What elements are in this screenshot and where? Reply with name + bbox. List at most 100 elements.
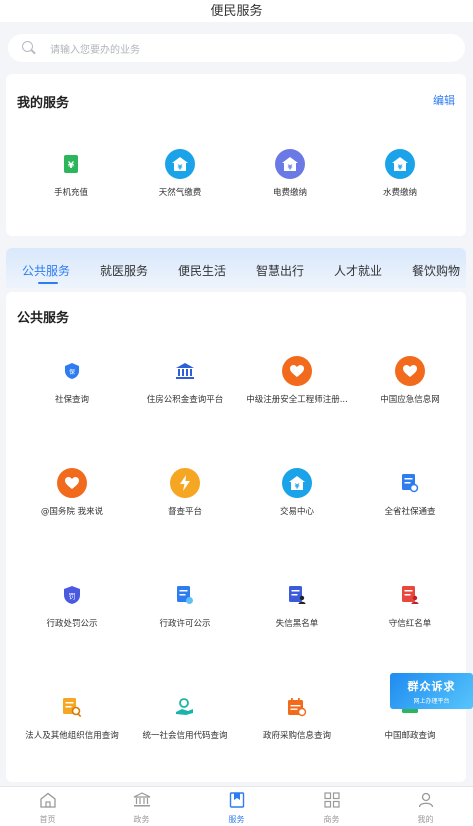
tabbar-services[interactable]: 服务 [189,792,284,825]
service-phone-recharge[interactable]: ¥ 手机充值 [15,149,127,198]
social-security-icon: 保 [57,356,87,386]
heart-hand-icon [57,468,87,498]
service-housing-fund[interactable]: 住房公积金查询平台 [129,356,241,405]
svg-text:¥: ¥ [288,164,293,172]
tab-talent-employment[interactable]: 人才就业 [334,262,382,279]
my-services-title: 我的服务 [17,96,70,111]
search-placeholder: 请输入您要办的业务 [50,44,140,56]
redlist-icon [395,580,425,610]
service-label: 守信红名单 [388,619,432,629]
service-label: 政府采购信息查询 [262,731,331,741]
service-label: 住房公积金查询平台 [146,395,224,405]
tabbar-business[interactable]: 商务 [284,792,379,825]
search-input[interactable]: 请输入您要办的业务 [8,34,465,62]
search-area: 请输入您要办的业务 [0,22,473,72]
tab-public-services[interactable]: 公共服务 [22,262,70,279]
service-legal-person-credit-query[interactable]: 法人及其他组织信用查询 [16,692,128,741]
hand-search-icon [170,692,200,722]
permit-document-icon [170,580,200,610]
lightning-icon [170,468,200,498]
water-fee-icon: ¥ [385,149,415,179]
bottom-tab-bar: 首页 政务 服务 商务 我的 [0,786,473,826]
tabbar-label: 服务 [228,815,245,824]
grid-icon [323,792,340,812]
service-label: 天然气缴费 [158,188,202,198]
active-tab-indicator [38,282,58,284]
service-state-council-feedback[interactable]: @国务院 我来说 [16,468,128,517]
svg-text:罚: 罚 [69,593,76,601]
service-label: 中国邮政查询 [384,731,436,741]
service-emergency-info[interactable]: 中国应急信息网 [354,356,466,405]
service-label: @国务院 我来说 [40,507,104,517]
service-label: 法人及其他组织信用查询 [25,731,119,741]
svg-text:¥: ¥ [68,161,75,171]
service-label: 全省社保通查 [384,507,436,517]
service-trustworthy-redlist[interactable]: 守信红名单 [354,580,466,629]
service-social-security-query[interactable]: 保 社保查询 [16,356,128,405]
profile-icon [418,792,434,812]
service-provincial-social-security[interactable]: 全省社保通查 [354,468,466,517]
service-label: 行政处罚公示 [46,619,98,629]
service-electricity-fee[interactable]: ¥ 电费缴纳 [234,149,346,198]
bank-icon [170,356,200,386]
tab-medical-services[interactable]: 就医服务 [100,262,148,279]
tab-smart-travel[interactable]: 智慧出行 [256,262,304,279]
penalty-shield-icon: 罚 [57,580,87,610]
my-services-card: 我的服务 编辑 ¥ 手机充值 ¥ 天然气缴费 ¥ 电费缴纳 ¥ 水费缴纳 [6,74,466,236]
calendar-icon [282,692,312,722]
document-search-icon [395,468,425,498]
tabbar-label: 首页 [39,815,56,824]
tabbar-label: 我的 [417,815,434,824]
government-icon [133,792,151,812]
tabbar-label: 商务 [323,815,340,824]
service-label: 水费缴纳 [382,188,417,198]
tab-dining-shopping[interactable]: 餐饮购物 [412,262,460,279]
tabbar-profile[interactable]: 我的 [378,792,473,825]
svg-text:保: 保 [69,368,75,376]
service-gas-fee[interactable]: ¥ 天然气缴费 [124,149,236,198]
service-administrative-permit[interactable]: 行政许可公示 [129,580,241,629]
service-administrative-penalty[interactable]: 罚 行政处罚公示 [16,580,128,629]
service-water-fee[interactable]: ¥ 水费缴纳 [344,149,456,198]
tab-convenience-life[interactable]: 便民生活 [178,262,226,279]
home-icon [39,792,57,812]
public-services-title: 公共服务 [17,311,70,326]
public-appeal-banner[interactable]: 群众诉求 网上办理平台 [390,673,473,709]
tabbar-home[interactable]: 首页 [0,792,95,825]
service-label: 手机充值 [53,188,88,198]
banner-title: 群众诉求 [407,680,456,693]
credit-search-icon [57,692,87,722]
service-government-procurement[interactable]: 政府采购信息查询 [241,692,353,741]
service-credit-code-query[interactable]: 统一社会信用代码查询 [129,692,241,741]
service-supervision-platform[interactable]: 督查平台 [129,468,241,517]
edit-button[interactable]: 编辑 [433,92,455,108]
svg-text:¥: ¥ [295,483,300,491]
service-label: 交易中心 [279,507,314,517]
service-label: 失信黑名单 [275,619,319,629]
blacklist-icon [282,580,312,610]
service-bookmark-icon [229,792,245,812]
tabbar-label: 政务 [133,815,150,824]
electricity-fee-icon: ¥ [275,149,305,179]
service-label: 社保查询 [54,395,89,405]
yuan-house-icon: ¥ [282,468,312,498]
heart-hand-icon [282,356,312,386]
service-label: 中国应急信息网 [380,395,440,405]
phone-recharge-icon: ¥ [56,149,86,179]
tabbar-government[interactable]: 政务 [94,792,189,825]
service-trading-center[interactable]: ¥ 交易中心 [241,468,353,517]
heart-hand-icon [395,356,425,386]
page-title: 便民服务 [210,4,263,19]
service-label: 电费缴纳 [272,188,307,198]
service-label: 督查平台 [167,507,202,517]
gas-fee-icon: ¥ [165,149,195,179]
service-dishonest-blacklist[interactable]: 失信黑名单 [241,580,353,629]
svg-text:¥: ¥ [398,164,403,172]
service-safety-engineer-registration[interactable]: 中级注册安全工程师注册... [241,356,353,405]
header: 便民服务 [0,0,473,22]
search-icon [22,41,36,55]
service-label: 行政许可公示 [159,619,211,629]
banner-subtitle: 网上办理平台 [413,698,450,705]
category-tabs: 公共服务 就医服务 便民生活 智慧出行 人才就业 餐饮购物 [6,248,466,288]
service-label: 统一社会信用代码查询 [142,731,228,741]
